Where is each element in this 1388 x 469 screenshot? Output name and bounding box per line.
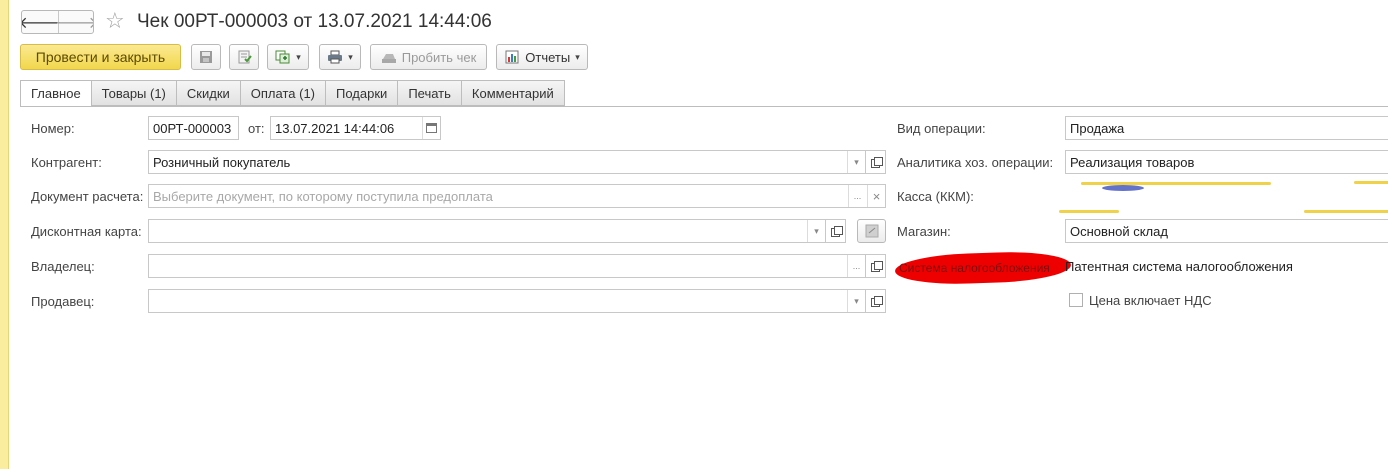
counterparty-label: Контрагент:: [31, 155, 102, 170]
tab-divider: [20, 106, 1388, 107]
seller-field[interactable]: ▾: [148, 289, 866, 313]
document-window: 🡐 🡒 ☆ Чек 00РТ-000003 от 13.07.2021 14:4…: [9, 0, 1388, 469]
tax-system-value: Патентная система налогообложения: [1065, 259, 1293, 274]
redaction-mark: [1304, 210, 1388, 213]
create-based-on-icon: [275, 50, 291, 64]
tab-comment[interactable]: Комментарий: [461, 80, 565, 106]
discount-card-dropdown-button[interactable]: ▾: [807, 220, 825, 242]
chevron-down-icon: ▾: [296, 51, 301, 62]
vat-included-label: Цена включает НДС: [1089, 293, 1212, 308]
owner-label: Владелец:: [31, 259, 95, 274]
tab-discounts[interactable]: Скидки: [176, 80, 241, 106]
analytics-label: Аналитика хоз. операции:: [897, 155, 1054, 170]
owner-field[interactable]: ...: [148, 254, 866, 278]
chevron-down-icon: ▾: [854, 295, 859, 306]
date-label: от:: [248, 121, 265, 136]
operation-value: Продажа: [1070, 120, 1125, 136]
discount-card-open-button[interactable]: [826, 219, 846, 243]
printer-icon: [327, 50, 343, 64]
open-form-icon: [830, 226, 843, 237]
counterparty-open-button[interactable]: [866, 150, 886, 174]
ellipsis-icon: ...: [853, 191, 862, 201]
operation-label: Вид операции:: [897, 121, 986, 136]
open-form-icon: [870, 157, 883, 168]
page-title: Чек 00РТ-000003 от 13.07.2021 14:44:06: [137, 11, 492, 32]
store-value: Основной склад: [1070, 223, 1168, 239]
tab-main[interactable]: Главное: [20, 80, 92, 107]
settlement-doc-field[interactable]: Выберите документ, по которому поступила…: [148, 184, 886, 208]
counterparty-field[interactable]: Розничный покупатель ▾: [148, 150, 866, 174]
save-button[interactable]: [191, 44, 221, 70]
post-button[interactable]: [229, 44, 259, 70]
cash-register-icon: [381, 50, 397, 64]
post-and-close-button[interactable]: Провести и закрыть: [20, 44, 181, 70]
reports-button[interactable]: Отчеты ▾: [496, 44, 588, 70]
seller-open-button[interactable]: [866, 289, 886, 313]
window-left-strip: [0, 0, 9, 469]
counterparty-value: Розничный покупатель: [153, 154, 291, 170]
calendar-button[interactable]: [422, 117, 440, 139]
chevron-down-icon: ▾: [854, 156, 859, 167]
print-receipt-button[interactable]: Пробить чек: [370, 44, 487, 70]
tab-print[interactable]: Печать: [398, 80, 462, 106]
report-icon: [504, 50, 520, 64]
redaction-mark: [1081, 182, 1271, 185]
seller-dropdown-button[interactable]: ▾: [847, 290, 865, 312]
date-value: 13.07.2021 14:44:06: [275, 120, 395, 136]
analytics-field[interactable]: Реализация товаров: [1065, 150, 1388, 174]
calendar-icon: [426, 123, 437, 133]
settlement-doc-select-button[interactable]: ...: [848, 185, 866, 207]
redaction-mark: [1354, 181, 1388, 184]
tab-payment[interactable]: Оплата (1): [240, 80, 327, 106]
discount-card-read-button[interactable]: [857, 219, 886, 243]
store-label: Магазин:: [897, 224, 951, 239]
settlement-doc-label: Документ расчета:: [31, 189, 144, 204]
forward-button[interactable]: 🡒: [55, 11, 93, 33]
tab-goods[interactable]: Товары (1): [91, 80, 177, 106]
post-and-close-label: Провести и закрыть: [35, 49, 166, 65]
chevron-down-icon: ▾: [348, 51, 353, 62]
counterparty-dropdown-button[interactable]: ▾: [847, 151, 865, 173]
tab-gifts[interactable]: Подарки: [326, 80, 399, 106]
operation-field[interactable]: Продажа: [1065, 116, 1388, 140]
tax-system-label: Система налогообложения: [899, 261, 1050, 275]
redaction-mark: [1059, 210, 1119, 213]
clear-icon: ×: [872, 188, 881, 204]
save-icon: [198, 50, 214, 64]
discount-card-label: Дисконтная карта:: [31, 224, 142, 239]
vat-included-checkbox[interactable]: [1069, 293, 1083, 307]
open-form-icon: [870, 261, 883, 272]
owner-select-button[interactable]: ...: [847, 255, 865, 277]
discount-card-field[interactable]: ▾: [148, 219, 826, 243]
chevron-down-icon: ▾: [575, 51, 580, 62]
chevron-down-icon: ▾: [814, 225, 819, 236]
back-button[interactable]: 🡐: [22, 11, 61, 33]
settlement-doc-clear-button[interactable]: ×: [867, 185, 885, 207]
analytics-value: Реализация товаров: [1070, 154, 1195, 170]
print-receipt-label: Пробить чек: [401, 49, 477, 65]
number-field[interactable]: 00РТ-000003: [148, 116, 239, 140]
favorite-star-icon[interactable]: ☆: [105, 9, 125, 33]
number-label: Номер:: [31, 121, 75, 136]
post-document-icon: [236, 50, 252, 64]
store-field[interactable]: Основной склад: [1065, 219, 1388, 243]
navigation-buttons: 🡐 🡒: [21, 10, 94, 34]
create-based-on-button[interactable]: ▾: [267, 44, 309, 70]
open-form-icon: [870, 296, 883, 307]
form-tabs: Главное Товары (1) Скидки Оплата (1) Под…: [20, 80, 565, 107]
settlement-doc-placeholder: Выберите документ, по которому поступила…: [153, 188, 493, 204]
print-menu-button[interactable]: ▾: [319, 44, 361, 70]
date-field[interactable]: 13.07.2021 14:44:06: [270, 116, 441, 140]
number-value: 00РТ-000003: [153, 120, 232, 136]
ellipsis-icon: ...: [852, 261, 861, 271]
card-reader-icon: [864, 224, 880, 238]
cash-register-label: Касса (ККМ):: [897, 189, 974, 204]
seller-label: Продавец:: [31, 294, 95, 309]
reports-label: Отчеты: [525, 49, 571, 65]
owner-open-button[interactable]: [866, 254, 886, 278]
redaction-mark: [1102, 185, 1144, 191]
